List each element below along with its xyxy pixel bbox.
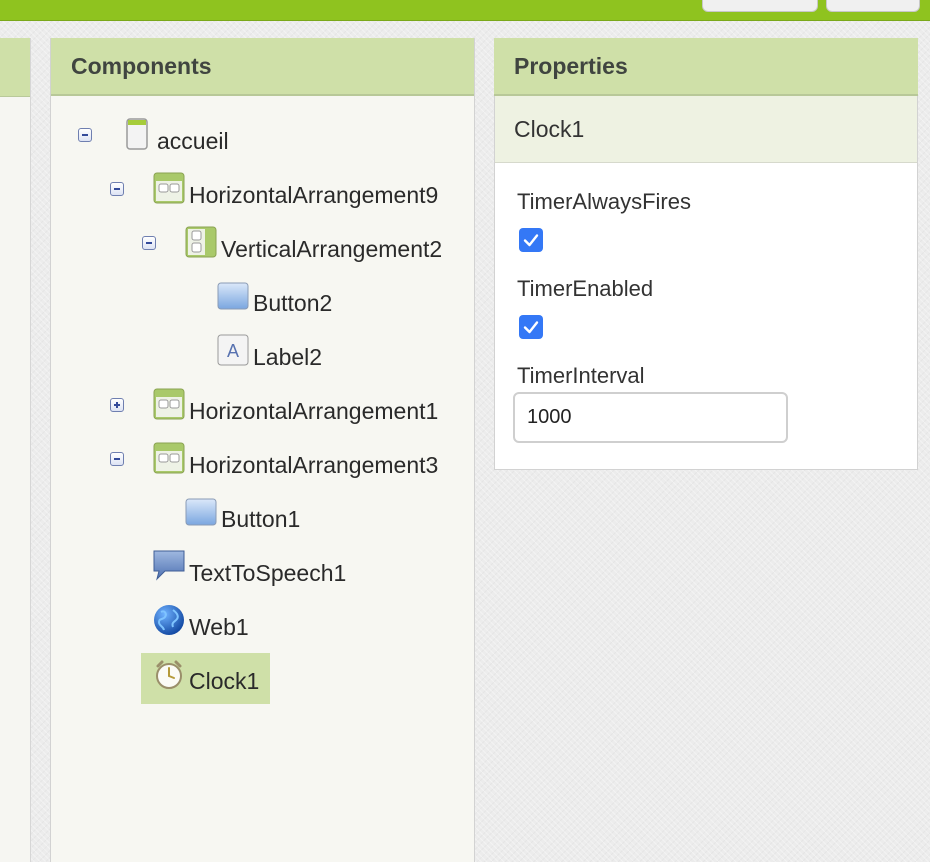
components-title: Components: [71, 52, 212, 79]
horizontal-arrangement-icon: [153, 172, 185, 204]
components-header: Components: [51, 38, 474, 96]
palette-panel: [0, 38, 31, 862]
button-icon: [217, 280, 249, 312]
toolbar-button[interactable]: [702, 0, 818, 12]
label-icon: A: [217, 334, 249, 366]
properties-header: Properties: [494, 38, 918, 96]
button-icon: [185, 496, 217, 528]
web-globe-icon: [153, 604, 185, 636]
vertical-arrangement-icon: [185, 226, 217, 258]
tree-item-label: HorizontalArrangement3: [189, 452, 439, 478]
expand-toggle-icon[interactable]: [110, 398, 124, 412]
text-to-speech-icon: [153, 550, 185, 582]
collapse-toggle-icon[interactable]: [110, 452, 124, 466]
collapse-toggle-icon[interactable]: [78, 128, 92, 142]
collapse-toggle-icon[interactable]: [110, 182, 124, 196]
timer-interval-label: TimerInterval: [517, 363, 645, 388]
properties-title: Properties: [514, 52, 628, 79]
tree-item-label: accueil: [157, 128, 229, 154]
tree-item-label: Button2: [253, 290, 333, 316]
screen-icon: [121, 118, 153, 150]
tree-item-label: Clock1: [189, 668, 260, 694]
tree-item-label: Web1: [189, 614, 249, 640]
selected-component-name: Clock1: [495, 96, 917, 163]
svg-text:A: A: [227, 341, 239, 361]
tree-item-label: HorizontalArrangement9: [189, 182, 439, 208]
timer-always-fires-checkbox[interactable]: [519, 228, 543, 252]
tree-item-label: Button1: [221, 506, 301, 532]
checkmark-icon: [523, 321, 539, 334]
timer-always-fires-label: TimerAlwaysFires: [517, 189, 691, 214]
tree-item-label: TextToSpeech1: [189, 560, 347, 586]
toolbar-button[interactable]: [826, 0, 920, 12]
horizontal-arrangement-icon: [153, 442, 185, 474]
timer-enabled-label: TimerEnabled: [517, 276, 654, 301]
checkmark-icon: [523, 234, 539, 247]
components-panel: Components accueil HorizontalArrangement…: [50, 38, 475, 862]
collapse-toggle-icon[interactable]: [142, 236, 156, 250]
horizontal-arrangement-icon: [153, 388, 185, 420]
tree-item-label: HorizontalArrangement1: [189, 398, 439, 424]
tree-item-label: VerticalArrangement2: [221, 236, 443, 262]
tree-item-label: Label2: [253, 344, 323, 370]
timer-enabled-checkbox[interactable]: [519, 315, 543, 339]
clock-icon: [153, 658, 185, 690]
timer-interval-input[interactable]: [513, 392, 788, 443]
palette-panel-header: [0, 38, 30, 97]
properties-panel: Properties Clock1 TimerAlwaysFires Timer…: [494, 38, 918, 470]
